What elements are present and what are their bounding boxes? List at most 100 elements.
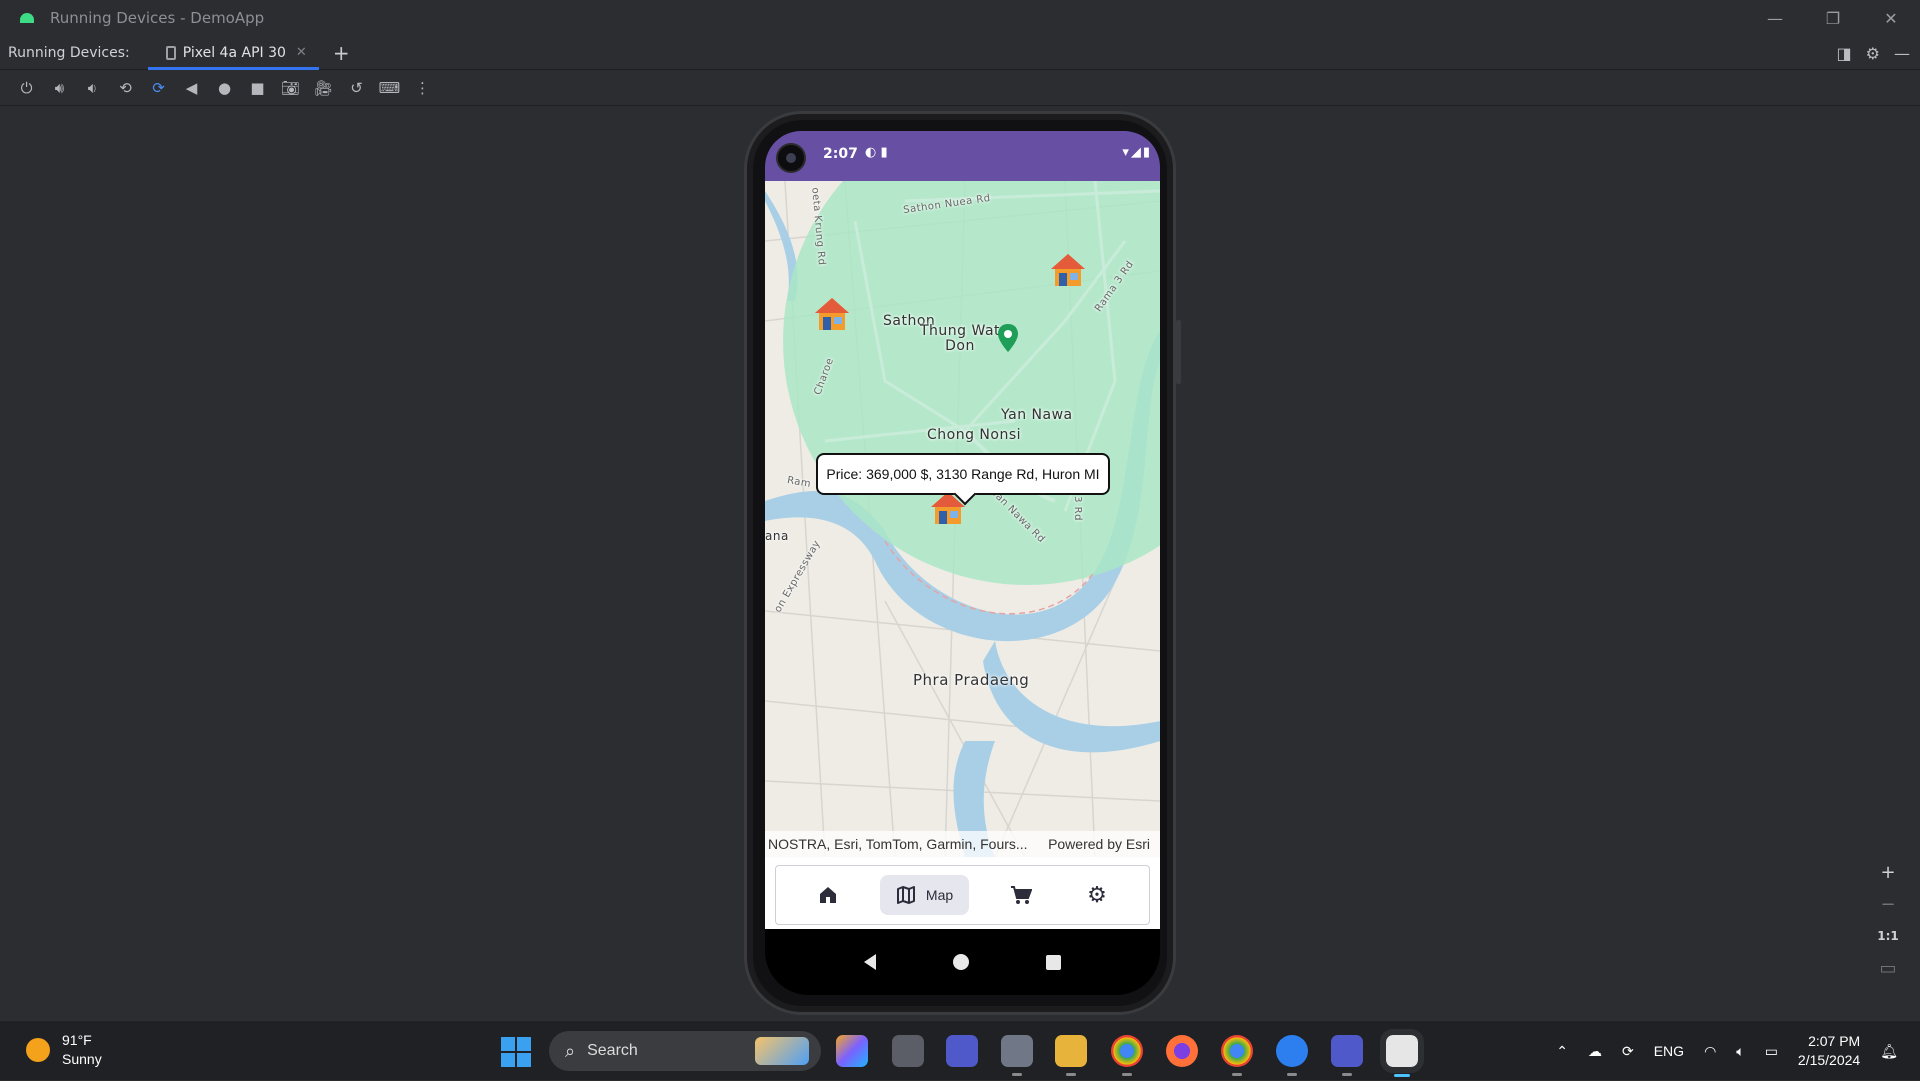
restore-button[interactable]: ❐ xyxy=(1804,0,1862,36)
status-bar: 2:07 ◐ ▮ ▾◢▮ xyxy=(765,131,1160,181)
place-label-ana: ana xyxy=(765,529,789,543)
place-label-thung-wat-don: Thung Wat Don xyxy=(920,323,1001,354)
side-button xyxy=(1176,320,1181,384)
hide-panel-icon[interactable]: — xyxy=(1894,44,1910,63)
system-home-icon[interactable] xyxy=(952,954,969,970)
location-pin-icon[interactable] xyxy=(996,323,1020,353)
back-icon[interactable]: ◀ xyxy=(175,73,208,103)
house-marker[interactable] xyxy=(813,295,851,333)
minimize-button[interactable]: — xyxy=(1746,0,1804,36)
rotate-right-icon[interactable]: ⟳ xyxy=(142,73,175,103)
map-attribution: NOSTRA, Esri, TomTom, Garmin, Fours... P… xyxy=(765,831,1160,857)
notification-bell-icon[interactable]: 🔔︎ xyxy=(1880,1043,1898,1060)
task-view-icon[interactable] xyxy=(892,1035,924,1067)
place-label-yan-nawa: Yan Nawa xyxy=(1001,407,1073,423)
front-camera xyxy=(776,143,806,173)
volume-down-icon[interactable]: 🔉︎ xyxy=(76,73,109,103)
search-highlight-image xyxy=(755,1037,809,1065)
nav-map-label: Map xyxy=(925,887,954,903)
map-icon xyxy=(896,886,915,904)
teams-work-icon[interactable] xyxy=(1331,1035,1363,1076)
nav-cart[interactable] xyxy=(997,875,1045,915)
signal-battery-icons: ▾◢▮ xyxy=(1122,145,1152,160)
app-navigation-area: Map ⚙ xyxy=(765,857,1160,929)
battery-icon[interactable]: ▭ xyxy=(1765,1043,1778,1060)
taskbar-search[interactable]: ⌕ Search xyxy=(549,1031,821,1071)
overview-icon[interactable]: ■ xyxy=(241,73,274,103)
fit-screen-icon[interactable]: ▭ xyxy=(1876,956,1900,980)
wifi-icon[interactable]: ◠ xyxy=(1704,1043,1716,1060)
chevron-up-icon[interactable]: ⌃ xyxy=(1556,1043,1568,1060)
title-bar: Running Devices - DemoApp — ❐ ✕ xyxy=(0,0,1920,36)
start-button[interactable] xyxy=(501,1037,531,1067)
actual-size-button[interactable]: 1:1 xyxy=(1876,924,1900,948)
home-icon[interactable]: ● xyxy=(208,73,241,103)
file-explorer-icon[interactable] xyxy=(1055,1035,1087,1076)
weather-desc: Sunny xyxy=(62,1051,102,1067)
zoom-in-button[interactable]: + xyxy=(1876,860,1900,884)
rotate-left-icon[interactable]: ⟲ xyxy=(109,73,142,103)
sync-icon[interactable]: ⟳ xyxy=(1622,1043,1634,1060)
app-store-icon[interactable] xyxy=(1276,1035,1308,1076)
more-options-icon[interactable]: ⋮ xyxy=(406,73,439,103)
running-devices-label: Running Devices: xyxy=(8,44,130,61)
teams-icon[interactable] xyxy=(946,1035,978,1067)
keyboard-icon[interactable]: ⌨ xyxy=(373,73,406,103)
search-icon: ⌕ xyxy=(565,1040,576,1061)
search-placeholder: Search xyxy=(587,1042,638,1059)
taskbar-date: 2/15/2024 xyxy=(1797,1052,1861,1068)
close-button[interactable]: ✕ xyxy=(1862,0,1920,36)
status-time: 2:07 xyxy=(823,146,858,162)
copilot-icon[interactable] xyxy=(836,1035,868,1067)
gear-icon[interactable]: ⚙ xyxy=(1866,44,1880,63)
weather-temp: 91°F xyxy=(62,1032,92,1048)
android-studio-taskbar-icon[interactable] xyxy=(1380,1029,1424,1077)
power-icon[interactable]: ⏻ xyxy=(10,73,43,103)
zoom-tools: + − 1:1 ▭ xyxy=(1876,860,1900,980)
system-recents-icon[interactable] xyxy=(1046,954,1062,970)
weather-widget[interactable]: 91°F Sunny xyxy=(26,1031,102,1069)
device-icon xyxy=(165,45,176,60)
house-marker[interactable] xyxy=(1049,251,1087,289)
device-frame: 2:07 ◐ ▮ ▾◢▮ Sathon Nuea Rd Rama 3 Rd oe… xyxy=(744,111,1181,1015)
nav-settings[interactable]: ⚙ xyxy=(1073,875,1121,915)
chrome-profile-icon[interactable] xyxy=(1221,1035,1253,1076)
chrome-icon[interactable] xyxy=(1111,1035,1143,1076)
reset-icon[interactable]: ↺ xyxy=(340,73,373,103)
layout-icon[interactable]: ◨ xyxy=(1837,44,1852,63)
system-tray: ⌃ ☁ ⟳ ENG ◠ 🔈︎ ▭ 2:07 PM 2/15/2024 🔔︎ xyxy=(1556,1021,1920,1081)
device-screen[interactable]: 2:07 ◐ ▮ ▾◢▮ Sathon Nuea Rd Rama 3 Rd oe… xyxy=(765,131,1160,995)
settings-app-icon[interactable] xyxy=(1001,1035,1033,1076)
zoom-out-button[interactable]: − xyxy=(1876,892,1900,916)
panel-tools: ◨ ⚙ — xyxy=(1837,36,1910,70)
sun-icon xyxy=(26,1038,50,1062)
taskbar-clock[interactable]: 2:07 PM 2/15/2024 xyxy=(1798,1032,1860,1070)
system-back-icon[interactable] xyxy=(863,954,876,970)
attribution-text[interactable]: NOSTRA, Esri, TomTom, Garmin, Fours... xyxy=(768,836,1028,852)
window-controls: — ❐ ✕ xyxy=(1746,0,1920,36)
house-icon xyxy=(819,887,836,903)
firefox-icon[interactable] xyxy=(1166,1035,1198,1067)
powered-by-text: Powered by Esri xyxy=(1048,836,1150,852)
android-studio-icon xyxy=(20,13,34,23)
system-navigation-bar xyxy=(765,929,1160,995)
video-icon[interactable]: 🎥︎ xyxy=(307,73,340,103)
close-tab-icon[interactable]: ✕ xyxy=(296,45,307,60)
language-indicator[interactable]: ENG xyxy=(1654,1043,1684,1059)
tab-pixel-4a[interactable]: Pixel 4a API 30 ✕ xyxy=(147,36,319,70)
camera-icon[interactable]: 📷︎ xyxy=(274,73,307,103)
gear-icon: ⚙ xyxy=(1087,882,1107,907)
running-devices-tabbar: Running Devices: Pixel 4a API 30 ✕ + ◨ ⚙… xyxy=(0,36,1920,70)
nav-map[interactable]: Map xyxy=(879,875,970,915)
nav-home[interactable] xyxy=(804,875,852,915)
window-title: Running Devices - DemoApp xyxy=(50,9,265,27)
volume-up-icon[interactable]: 🔊︎ xyxy=(43,73,76,103)
bottom-navigation-bar: Map ⚙ xyxy=(775,865,1150,925)
map-view[interactable]: Sathon Nuea Rd Rama 3 Rd oeta Krung Rd C… xyxy=(765,181,1160,857)
add-device-button[interactable]: + xyxy=(333,41,350,65)
taskbar-time: 2:07 PM xyxy=(1808,1033,1861,1049)
volume-icon[interactable]: 🔈︎ xyxy=(1736,1043,1744,1060)
place-label-phra-pradaeng: Phra Pradaeng xyxy=(913,671,1030,689)
price-callout[interactable]: Price: 369,000 $, 3130 Range Rd, Huron M… xyxy=(816,453,1110,495)
onedrive-icon[interactable]: ☁ xyxy=(1588,1043,1602,1060)
